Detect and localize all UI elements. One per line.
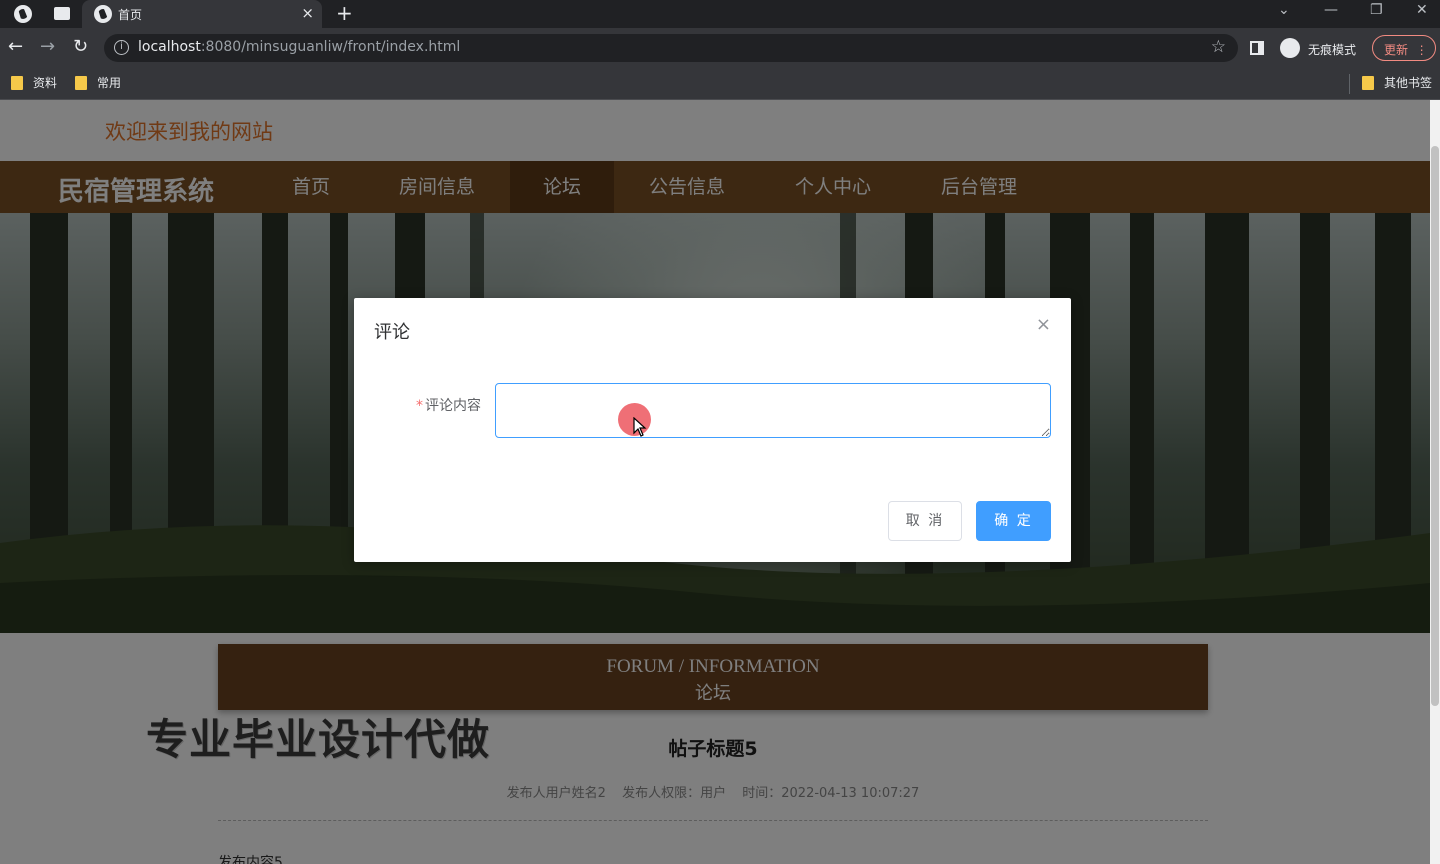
bookmark-label: 其他书签 — [1384, 76, 1433, 90]
comment-field-label: * 评论内容 — [416, 395, 481, 415]
window-minimize-button[interactable]: — — [1324, 2, 1338, 18]
dialog-title: 评论 — [374, 322, 410, 343]
site-favicon-icon — [94, 5, 112, 23]
folder-icon — [75, 76, 87, 90]
incognito-label[interactable]: 无痕模式 — [1308, 41, 1356, 58]
update-label: 更新 — [1384, 43, 1409, 57]
update-button[interactable]: 更新 ⋮ — [1372, 35, 1436, 61]
bookmark-label: 常用 — [97, 76, 122, 90]
address-bar[interactable]: i localhost:8080/minsuguanliw/front/inde… — [104, 34, 1238, 62]
url-text[interactable]: localhost:8080/minsuguanliw/front/index.… — [138, 39, 460, 55]
dialog-close-icon[interactable]: × — [1036, 316, 1051, 334]
side-panel-icon[interactable] — [1250, 41, 1264, 55]
bookmarks-bar: 资料 常用 其他书签 — [0, 68, 1440, 100]
page-scrollbar[interactable] — [1430, 100, 1440, 864]
comment-textarea[interactable] — [495, 383, 1051, 438]
scrollbar-thumb[interactable] — [1431, 146, 1439, 706]
url-host: localhost — [138, 39, 201, 55]
comment-dialog: 评论 × * 评论内容 取 消 确 定 — [354, 298, 1071, 562]
site-info-icon[interactable]: i — [114, 40, 129, 55]
tab-close-icon[interactable]: × — [301, 4, 314, 22]
bookmark-folder-ziliao[interactable]: 资料 — [11, 75, 57, 91]
bookmark-separator — [1349, 74, 1350, 94]
required-mark: * — [416, 398, 423, 414]
mouse-cursor-icon — [633, 417, 647, 437]
browser-toolbar: ← → ↻ i localhost:8080/minsuguanliw/fron… — [0, 28, 1440, 68]
comment-label-text: 评论内容 — [425, 398, 481, 414]
window-restore-button[interactable]: ❐ — [1370, 2, 1383, 18]
browser-menu-icon[interactable] — [14, 5, 32, 23]
reload-button[interactable]: ↻ — [73, 36, 88, 58]
confirm-button[interactable]: 确 定 — [976, 501, 1051, 541]
url-path: :8080/minsuguanliw/front/index.html — [200, 39, 461, 55]
incognito-icon[interactable] — [1280, 38, 1300, 58]
tab-list-dropdown-icon[interactable]: ⌄ — [1278, 2, 1290, 18]
tab-search-icon[interactable] — [54, 7, 70, 20]
back-button[interactable]: ← — [8, 36, 23, 58]
other-bookmarks-folder[interactable]: 其他书签 — [1362, 75, 1432, 91]
browser-tab-home[interactable]: 首页 × — [82, 0, 322, 28]
bookmark-label: 资料 — [33, 76, 58, 90]
bookmark-star-icon[interactable]: ☆ — [1211, 37, 1226, 57]
folder-icon — [11, 76, 23, 90]
folder-icon — [1362, 76, 1374, 90]
new-tab-button[interactable]: + — [336, 1, 353, 25]
more-menu-icon: ⋮ — [1415, 43, 1428, 57]
browser-tab-bar: 首页 × + ⌄ — ❐ ✕ — [0, 0, 1440, 28]
window-close-button[interactable]: ✕ — [1416, 2, 1428, 18]
forward-button[interactable]: → — [40, 36, 55, 58]
tab-title: 首页 — [118, 8, 143, 22]
bookmark-folder-changyong[interactable]: 常用 — [75, 75, 121, 91]
cancel-button[interactable]: 取 消 — [888, 501, 962, 541]
